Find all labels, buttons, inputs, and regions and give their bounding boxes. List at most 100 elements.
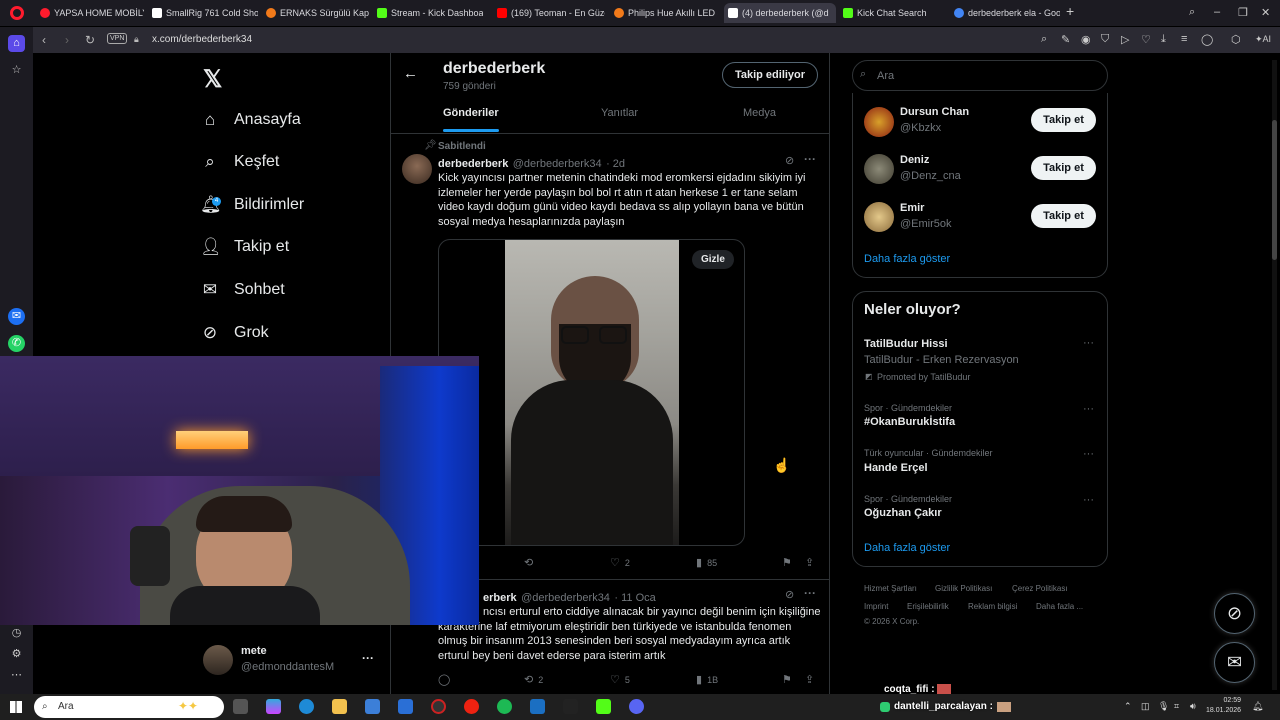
suggestion-handle[interactable]: @Kbzkx [900,122,941,134]
scrollbar[interactable] [1272,60,1277,690]
outlook-icon[interactable] [398,699,413,714]
edge-icon[interactable] [299,699,314,714]
footer-link[interactable]: Imprint [864,602,888,611]
tweet-time[interactable]: · 2d [606,158,625,170]
browser-tab[interactable]: SmallRig 761 Cold Shoe to [148,3,258,23]
trend-title[interactable]: Hande Erçel [864,462,928,474]
profile-icon[interactable]: ◯ [1201,33,1213,46]
nav-item-grok[interactable]: ⊘ Grok [200,318,269,348]
footer-link[interactable]: Daha fazla ... [1036,602,1083,611]
new-tab-icon[interactable]: + [1066,3,1074,19]
tweet-author-name[interactable]: erberk [483,592,517,604]
tweet-more-icon[interactable]: ··· [804,586,816,600]
footer-link[interactable]: Reklam bilgisi [968,602,1017,611]
browser-tab[interactable]: derbederberk ela - Google [950,3,1060,23]
spotify-icon[interactable] [497,699,512,714]
grok-fab-icon[interactable]: ⊘ [1214,593,1255,634]
suggestion-name[interactable]: Dursun Chan [900,106,969,118]
tweet-avatar[interactable] [402,154,432,184]
browser-tab[interactable]: Stream - Kick Dashboard [373,3,483,23]
tweet-author-handle[interactable]: @derbederberk34 [521,592,610,604]
steam-icon[interactable] [530,699,545,714]
footer-link[interactable]: Hizmet Şartları [864,584,917,593]
nav-item-chat[interactable]: ✉ Sohbet [200,275,285,305]
cube-icon[interactable]: ⬡ [1231,33,1241,46]
kick-icon[interactable] [596,699,611,714]
trend-more-icon[interactable]: ··· [1083,403,1094,415]
vpn-badge[interactable]: VPN [107,33,128,44]
suggestion-avatar[interactable] [864,154,894,184]
promoted-trend-title[interactable]: TatilBudur Hissi [864,338,948,350]
tweet-more-icon[interactable]: ··· [804,152,816,166]
menu-icon[interactable]: ≡ [1181,33,1187,45]
maximize-icon[interactable]: ❐ [1238,6,1248,19]
grok-icon[interactable]: ⊘ [785,154,794,167]
notification-bell-icon[interactable]: 🔔︎ [1252,701,1263,712]
copilot-icon[interactable] [266,699,281,714]
star-icon[interactable]: ☆ [8,62,25,79]
obs-icon[interactable] [431,699,446,714]
store-icon[interactable] [365,699,380,714]
like-button[interactable]: ♡ 2 [610,556,630,569]
scrollbar-thumb[interactable] [1272,120,1277,260]
settings-icon[interactable]: ⚙ [8,646,25,663]
browser-tab[interactable]: Philips Hue Akıllı LED Şerit [610,3,718,23]
follow-button[interactable]: Takip et [1031,204,1096,228]
opera-logo-icon[interactable] [10,6,24,20]
nav-item-notifications[interactable]: 🔔︎ 4 Bildirimler [200,190,304,220]
bookmark-button[interactable]: ⚑ [782,556,792,569]
promoted-trend-subtitle[interactable]: TatilBudur - Erken Rezervasyon [864,354,1019,366]
camera-icon[interactable]: ◉ [1081,33,1091,46]
account-name[interactable]: mete [241,645,267,657]
trends-show-more-link[interactable]: Daha fazla göster [864,542,950,554]
microphone-icon[interactable]: 🎙︎ [1158,701,1169,712]
nav-item-explore[interactable]: ⌕ Keşfet [200,147,279,177]
show-more-link[interactable]: Daha fazla göster [864,253,950,265]
trend-more-icon[interactable]: ··· [1083,448,1094,460]
history-icon[interactable]: ◷ [8,625,25,642]
share-button[interactable]: ⇪ [805,556,814,569]
copilot-sparkle-icon[interactable]: ✦✦ [178,699,198,713]
views-button[interactable]: ▮ 1B [696,673,718,686]
nav-item-follow[interactable]: 👤︎ Takip et [200,232,289,262]
ai-icon[interactable]: ✦AI [1255,34,1271,45]
nav-item-home[interactable]: ⌂ Anasayfa [200,105,301,135]
heart-icon[interactable]: ♡ [1141,33,1151,46]
retweet-button[interactable]: ⟲ [524,556,533,569]
trend-more-icon[interactable]: ··· [1083,494,1094,506]
follow-button[interactable]: Takip et [1031,156,1096,180]
like-button[interactable]: ♡ 5 [610,673,630,686]
browser-tab[interactable]: Kick Chat Search [839,3,944,23]
windows-start-icon[interactable] [10,701,22,713]
tweet-time[interactable]: · 11 Oca [614,592,655,604]
edit-icon[interactable]: ✎ [1061,33,1070,46]
send-icon[interactable]: ▷ [1121,33,1129,46]
network-icon[interactable]: ⌗ [1174,701,1179,712]
browser-tab-active[interactable]: (4) derbederberk (@d [724,3,836,23]
account-avatar[interactable] [203,645,233,675]
reload-icon[interactable]: ↻ [85,33,95,47]
volume-icon[interactable]: 🔊︎ [1190,701,1196,712]
browser-tab[interactable]: YAPSA HOME MOBİLYA Y [36,3,144,23]
messenger-icon[interactable]: ✉ [8,308,25,325]
opera-icon[interactable] [464,699,479,714]
reply-button[interactable]: ◯ [438,673,450,686]
url-field[interactable]: x.com/derbederberk34 [152,34,252,45]
back-icon[interactable]: ‹ [42,33,46,47]
trend-more-icon[interactable]: ··· [1083,337,1094,349]
tab-search-icon[interactable]: ⌕ [1189,6,1195,19]
follow-button[interactable]: Takip et [1031,108,1096,132]
tray-app-icon[interactable]: ◫ [1141,701,1150,712]
discord-icon[interactable] [629,699,644,714]
following-button[interactable]: Takip ediliyor [722,62,818,88]
search-input[interactable]: Ara [852,60,1108,91]
browser-tab[interactable]: (169) Teoman - En Güzel [493,3,605,23]
back-arrow-icon[interactable]: ← [403,65,418,82]
account-more-icon[interactable]: ··· [362,651,374,665]
minimize-icon[interactable]: – [1214,6,1220,18]
shield-icon[interactable]: ⛉ [1101,33,1109,46]
footer-link[interactable]: Gizlilik Politikası [935,584,992,593]
lock-icon[interactable]: 🔒︎ [134,34,139,45]
suggestion-handle[interactable]: @Denz_cna [900,170,961,182]
tweet-author-handle[interactable]: @derbederberk34 [513,158,602,170]
